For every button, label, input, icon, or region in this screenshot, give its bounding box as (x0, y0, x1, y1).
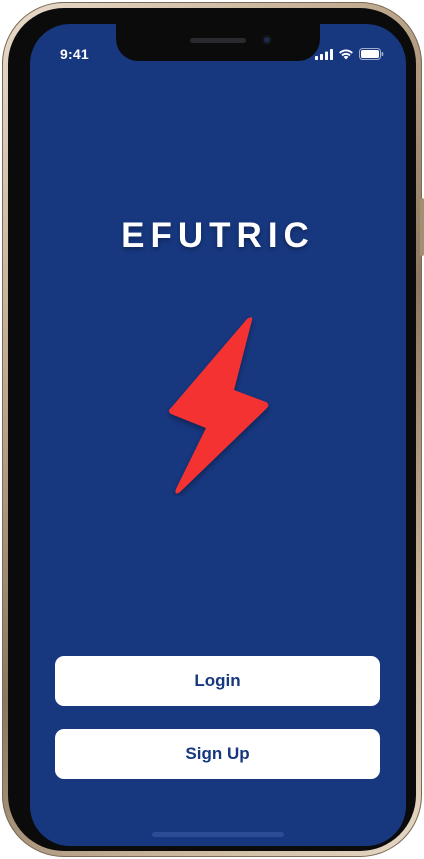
app-screen: 9:41 EFUTRIC Login Sign Up (30, 24, 406, 846)
wifi-icon (339, 49, 353, 60)
home-indicator[interactable] (152, 832, 284, 837)
speaker-grille (190, 38, 246, 43)
signup-button[interactable]: Sign Up (55, 729, 380, 779)
phone-frame: 9:41 EFUTRIC Login Sign Up (2, 2, 424, 857)
side-button (420, 198, 424, 256)
status-time: 9:41 (60, 46, 89, 62)
login-button[interactable]: Login (55, 656, 380, 706)
lightning-bolt-icon (169, 317, 269, 494)
battery-icon (359, 48, 384, 60)
brand-title: EFUTRIC (121, 216, 315, 255)
notch (116, 24, 320, 61)
phone-bezel: 9:41 EFUTRIC Login Sign Up (8, 8, 416, 851)
status-icons (315, 48, 384, 60)
front-camera (262, 35, 272, 45)
cellular-signal-icon (315, 48, 333, 60)
